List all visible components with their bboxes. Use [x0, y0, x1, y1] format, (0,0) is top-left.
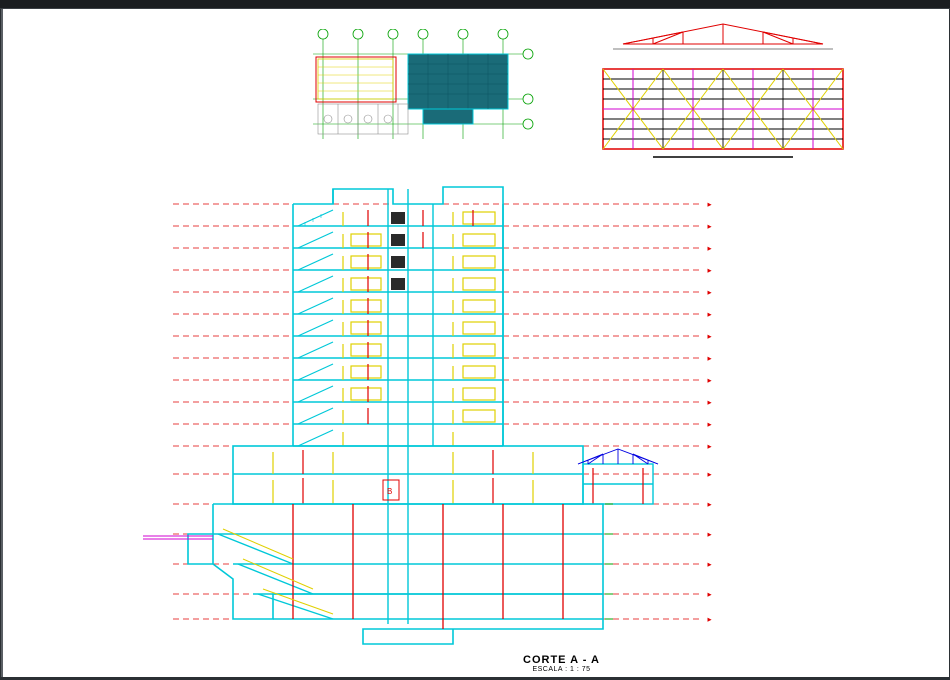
svg-text:▸: ▸ — [708, 378, 711, 384]
svg-text:▸: ▸ — [708, 444, 711, 450]
section-title: CORTE A - A — [523, 654, 600, 666]
svg-text:▸: ▸ — [708, 202, 711, 208]
svg-text:▸: ▸ — [708, 334, 711, 340]
svg-text:▸: ▸ — [708, 224, 711, 230]
svg-text:▸: ▸ — [708, 472, 711, 478]
svg-text:▸: ▸ — [708, 617, 711, 623]
drawing-canvas[interactable]: ▸ ▸ ▸ ▸ ▸ ▸ ▸ ▸ ▸ ▸ ▸ ▸ ▸ ▸ ▸ ▸ ▸ ▸ — [1, 9, 949, 677]
svg-text:▸: ▸ — [708, 592, 711, 598]
roof-plan — [593, 59, 853, 164]
section-scale: ESCALA : 1 : 75 — [523, 666, 600, 673]
svg-text:▸: ▸ — [708, 422, 711, 428]
svg-text:▸: ▸ — [708, 562, 711, 568]
svg-text:▸: ▸ — [708, 268, 711, 274]
svg-text:▸: ▸ — [708, 312, 711, 318]
app-titlebar — [0, 0, 950, 9]
section-title-block: CORTE A - A ESCALA : 1 : 75 — [523, 654, 600, 673]
svg-text:▸: ▸ — [708, 532, 711, 538]
svg-text:B: B — [387, 487, 392, 496]
svg-text:▸: ▸ — [708, 502, 711, 508]
svg-text:▸: ▸ — [708, 246, 711, 252]
svg-text:▸: ▸ — [708, 290, 711, 296]
building-section: ▸ ▸ ▸ ▸ ▸ ▸ ▸ ▸ ▸ ▸ ▸ ▸ ▸ ▸ ▸ ▸ ▸ ▸ — [133, 184, 753, 654]
svg-text:▸: ▸ — [708, 356, 711, 362]
svg-text:▸: ▸ — [708, 400, 711, 406]
roof-elevation — [593, 19, 853, 54]
plan-view — [303, 29, 538, 149]
